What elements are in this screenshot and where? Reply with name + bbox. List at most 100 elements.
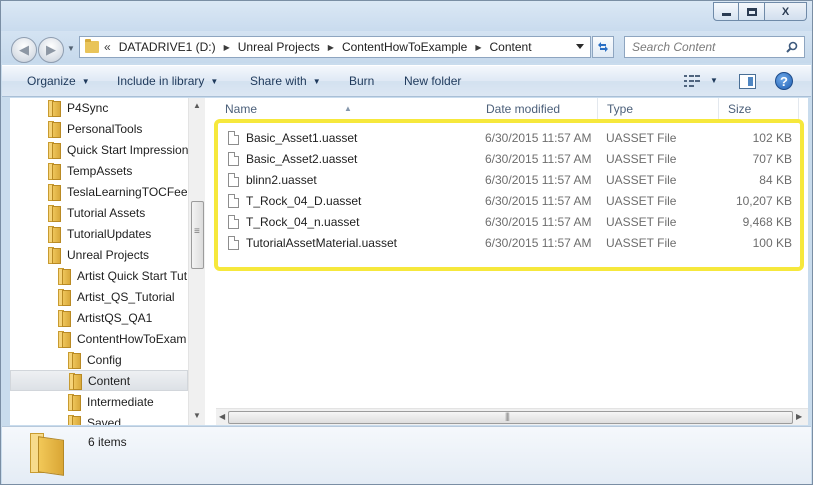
- tree-item[interactable]: TutorialUpdates: [10, 223, 188, 244]
- tree-item[interactable]: Quick Start Impression: [10, 139, 188, 160]
- file-row[interactable]: Basic_Asset1.uasset 6/30/2015 11:57 AM UAS…: [216, 128, 808, 149]
- forward-arrow-icon: ▶: [46, 42, 56, 57]
- tree-item[interactable]: ArtistQS_QA1: [10, 307, 188, 328]
- breadcrumb-item[interactable]: Unreal Projects: [238, 40, 320, 54]
- address-history-dropdown-icon[interactable]: [576, 44, 584, 49]
- file-name: T_Rock_04_n.uasset: [246, 215, 360, 229]
- search-icon: [786, 41, 798, 53]
- tree-item[interactable]: ContentHowToExam: [10, 328, 188, 349]
- maximize-button[interactable]: [739, 2, 765, 21]
- file-row[interactable]: T_Rock_04_n.uasset 6/30/2015 11:57 AM UASS…: [216, 212, 808, 233]
- column-date-modified-label: Date modified: [486, 102, 561, 116]
- folder-icon: [48, 121, 61, 138]
- breadcrumb-separator-icon[interactable]: ▶: [224, 43, 230, 52]
- file-row[interactable]: Basic_Asset2.uasset 6/30/2015 11:57 AM UAS…: [216, 149, 808, 170]
- column-size[interactable]: Size: [719, 98, 799, 120]
- scroll-right-arrow-icon[interactable]: ▶: [796, 412, 802, 421]
- file-row[interactable]: TutorialAssetMaterial.uasset 6/30/2015 11…: [216, 233, 808, 254]
- folder-icon: [58, 310, 71, 327]
- tree-item-label: Content: [88, 373, 131, 388]
- organize-label: Organize: [27, 74, 76, 88]
- search-box[interactable]: [624, 36, 805, 58]
- forward-button[interactable]: ▶: [38, 37, 64, 63]
- tree-item-label: PersonalTools: [67, 121, 143, 136]
- column-date-modified[interactable]: Date modified: [477, 98, 598, 120]
- organize-button[interactable]: Organize ▼: [27, 74, 90, 88]
- scroll-up-arrow-icon[interactable]: ▲: [193, 101, 201, 110]
- tree-item-label: Tutorial Assets: [67, 205, 146, 220]
- back-button[interactable]: ◀: [11, 37, 37, 63]
- include-in-library-label: Include in library: [117, 74, 205, 88]
- folder-icon: [48, 142, 61, 159]
- file-date-modified: 6/30/2015 11:57 AM: [485, 152, 592, 166]
- folder-icon: [68, 352, 81, 369]
- tree-item[interactable]: Unreal Projects: [10, 244, 188, 265]
- file-date-modified: 6/30/2015 11:57 AM: [485, 236, 592, 250]
- scroll-left-arrow-icon[interactable]: ◀: [219, 412, 225, 421]
- folder-icon: [58, 268, 71, 285]
- tree-item[interactable]: TeslaLearningTOCFeed: [10, 181, 194, 202]
- folder-icon: [85, 39, 99, 53]
- tree-item[interactable]: Saved: [10, 412, 188, 425]
- tree-item-label: Artist Quick Start Tut: [77, 268, 188, 283]
- refresh-button[interactable]: [592, 36, 614, 58]
- new-folder-button[interactable]: New folder: [404, 74, 461, 88]
- file-type: UASSET File: [606, 131, 677, 145]
- tree-item-label: ArtistQS_QA1: [77, 310, 153, 325]
- file-name: TutorialAssetMaterial.uasset: [246, 236, 397, 250]
- breadcrumb-item[interactable]: DATADRIVE1 (D:): [119, 40, 216, 54]
- folder-icon: [48, 100, 61, 117]
- view-options-dropdown-icon[interactable]: ▼: [710, 76, 718, 85]
- folder-icon: [58, 331, 71, 348]
- share-with-button[interactable]: Share with ▼: [250, 74, 321, 88]
- column-name[interactable]: Name ▲: [216, 98, 477, 120]
- file-list-horizontal-scrollbar[interactable]: ◀ ▶: [216, 408, 808, 425]
- scroll-down-arrow-icon[interactable]: ▼: [193, 411, 201, 420]
- file-size: 10,207 KB: [735, 194, 792, 208]
- navigation-pane: P4Sync PersonalTools Quick Start Impressio…: [10, 98, 205, 425]
- breadcrumb-separator-icon[interactable]: ▶: [475, 43, 481, 52]
- column-header: Name ▲ Date modified Type Size: [216, 98, 808, 120]
- pane-splitter[interactable]: [205, 98, 216, 425]
- tree-item-label: Saved: [87, 415, 122, 426]
- file-row[interactable]: blinn2.uasset 6/30/2015 11:57 AM UASSET Fi…: [216, 170, 808, 191]
- tree-item[interactable]: Intermediate: [10, 391, 188, 412]
- tree-item[interactable]: Artist Quick Start Tut: [10, 265, 188, 286]
- search-input[interactable]: [632, 40, 782, 54]
- breadcrumb-item[interactable]: ContentHowToExample: [342, 40, 467, 54]
- file-size: 9,468 KB: [742, 215, 792, 229]
- tree-item[interactable]: TempAssets: [10, 160, 188, 181]
- burn-button[interactable]: Burn: [349, 74, 374, 88]
- change-view-icon[interactable]: [684, 75, 700, 87]
- navigation-pane-scrollbar[interactable]: ▲ ▼: [188, 98, 205, 425]
- file-row[interactable]: T_Rock_04_D.uasset 6/30/2015 11:57 AM UASS…: [216, 191, 808, 212]
- tree-item-label: Artist_QS_Tutorial: [77, 289, 175, 304]
- breadcrumb-item[interactable]: Content: [490, 40, 532, 54]
- tree-item[interactable]: Config: [10, 349, 188, 370]
- tree-item[interactable]: Tutorial Assets: [10, 202, 188, 223]
- minimize-button[interactable]: [713, 2, 739, 21]
- recent-locations-dropdown-icon[interactable]: ▼: [67, 44, 75, 53]
- include-in-library-button[interactable]: Include in library ▼: [117, 74, 218, 88]
- file-icon: [228, 215, 239, 229]
- tree-item[interactable]: P4Sync: [10, 98, 188, 118]
- breadcrumb-separator-icon[interactable]: ▶: [328, 43, 334, 52]
- file-icon: [228, 152, 239, 166]
- tree-item[interactable]: PersonalTools: [10, 118, 188, 139]
- scrollbar-thumb[interactable]: [228, 411, 793, 424]
- tree-item-label: TutorialUpdates: [67, 226, 152, 241]
- file-list: Name ▲ Date modified Type Size Basic_Ass…: [216, 98, 808, 425]
- folder-icon: [48, 226, 61, 243]
- tree-item[interactable]: Artist_QS_Tutorial: [10, 286, 188, 307]
- column-type[interactable]: Type: [598, 98, 719, 120]
- help-icon[interactable]: ?: [775, 72, 793, 90]
- tree-item[interactable]: Content: [10, 370, 188, 391]
- breadcrumb-overflow[interactable]: «: [104, 40, 111, 54]
- file-type: UASSET File: [606, 173, 677, 187]
- preview-pane-toggle-icon[interactable]: [739, 74, 756, 89]
- scrollbar-thumb[interactable]: [191, 201, 204, 269]
- address-row: ◀ ▶ ▼ « DATADRIVE1 (D:) ▶ Unreal Projects ▶…: [1, 31, 812, 63]
- address-bar[interactable]: « DATADRIVE1 (D:) ▶ Unreal Projects ▶ Conten…: [79, 36, 591, 58]
- close-button[interactable]: X: [765, 2, 807, 21]
- file-type: UASSET File: [606, 194, 677, 208]
